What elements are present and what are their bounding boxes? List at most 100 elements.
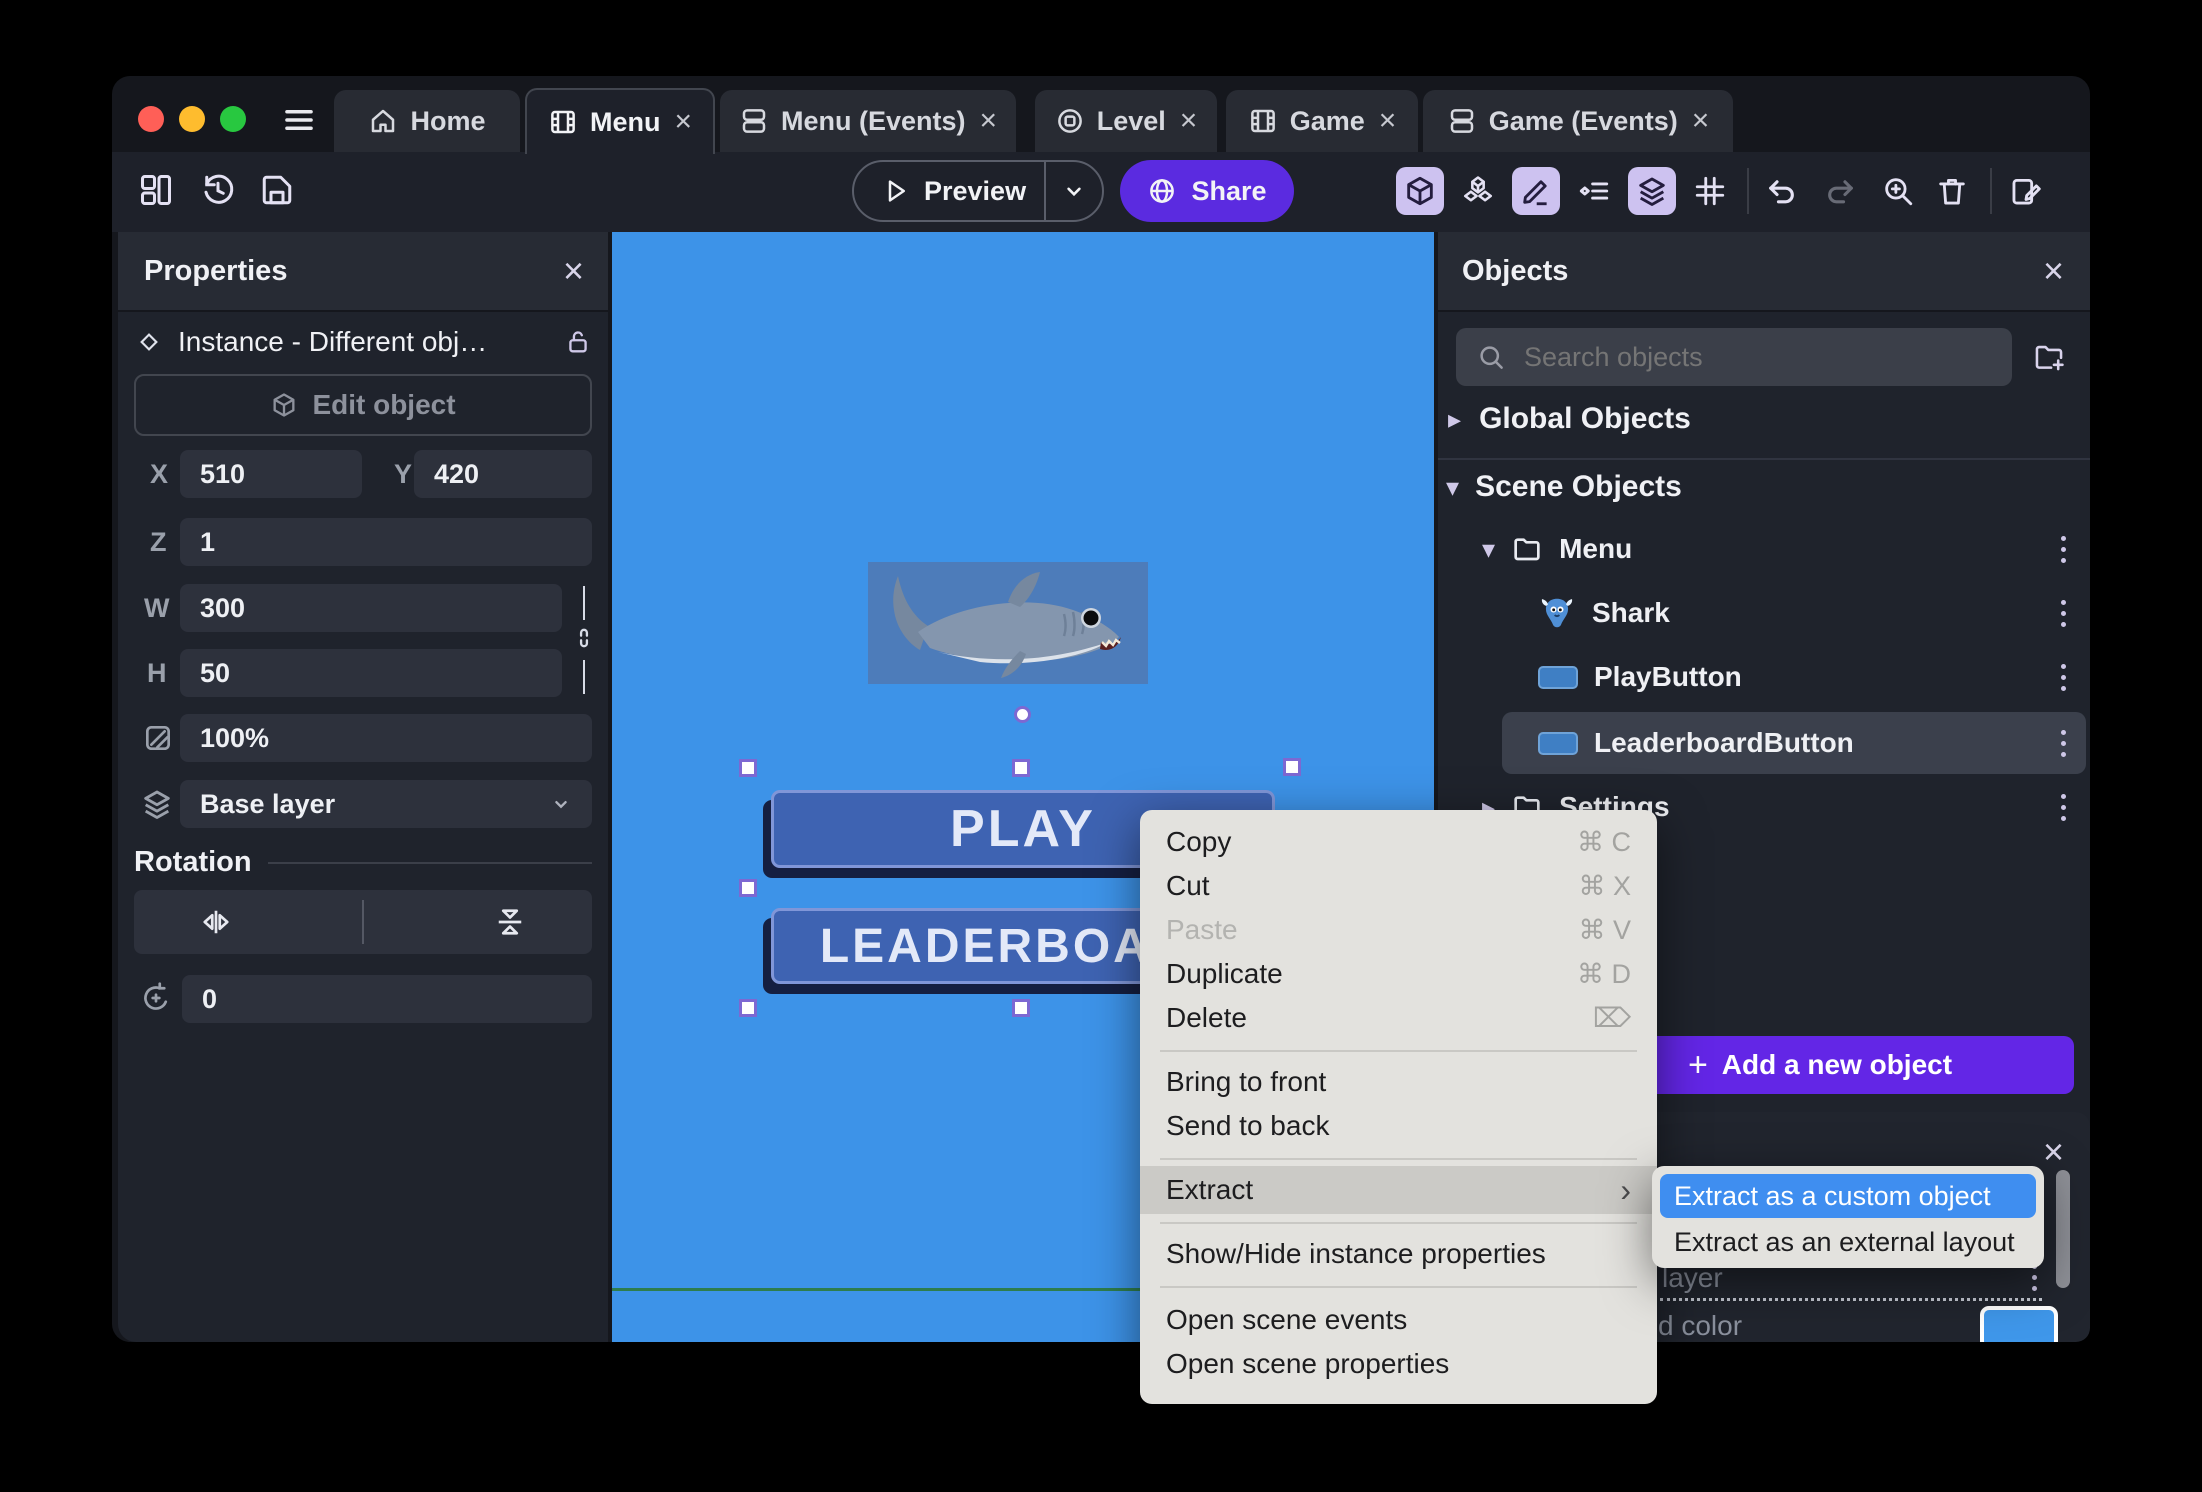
tree-row-menu-folder[interactable]: ▾ Menu xyxy=(1482,526,2082,572)
menu-item-open-scene-events[interactable]: Open scene events xyxy=(1140,1298,1657,1342)
tree-row-playbutton[interactable]: PlayButton xyxy=(1538,654,2082,700)
objects-close-icon[interactable]: × xyxy=(2043,253,2064,289)
link-icon[interactable] xyxy=(570,624,598,652)
tab-close-icon[interactable]: × xyxy=(674,105,692,139)
menu-item-open-scene-properties[interactable]: Open scene properties xyxy=(1140,1342,1657,1386)
properties-close-icon[interactable]: × xyxy=(563,253,584,289)
open-project-manager-button[interactable] xyxy=(132,166,180,214)
macos-minimize-button[interactable] xyxy=(179,106,205,132)
edit-object-button[interactable]: Edit object xyxy=(134,374,592,436)
project-manager-icon xyxy=(138,172,174,208)
layer-select[interactable]: Base layer xyxy=(180,780,592,828)
more-options-icon[interactable] xyxy=(2061,535,2066,563)
menu-item-delete[interactable]: Delete ⌦ xyxy=(1140,996,1657,1040)
detail-panel-close-icon[interactable]: × xyxy=(2043,1134,2064,1170)
menu-item-bring-to-front[interactable]: Bring to front xyxy=(1140,1060,1657,1104)
submenu-item-extract-custom-object[interactable]: Extract as a custom object xyxy=(1660,1174,2036,1218)
cubes-icon xyxy=(1461,174,1495,208)
macos-zoom-button[interactable] xyxy=(220,106,246,132)
macos-close-button[interactable] xyxy=(138,106,164,132)
selection-handle-top-center[interactable] xyxy=(1012,759,1030,777)
global-objects-section[interactable]: ▸ Global Objects xyxy=(1448,398,2078,440)
main-menu-button[interactable] xyxy=(281,102,317,138)
instances-list-toggle-button[interactable] xyxy=(1570,167,1618,215)
instances-list-icon xyxy=(1577,174,1611,208)
tab-close-icon[interactable]: × xyxy=(980,104,998,138)
tree-row-leaderboardbutton[interactable]: LeaderboardButton xyxy=(1538,720,2082,766)
tab-label: Level xyxy=(1096,105,1166,136)
x-label: X xyxy=(150,459,169,489)
unlock-icon[interactable] xyxy=(564,328,592,356)
menu-item-cut[interactable]: Cut ⌘ X xyxy=(1140,864,1657,908)
objects-list-toggle-button[interactable] xyxy=(1454,167,1502,215)
selection-handle-top-left[interactable] xyxy=(739,759,757,777)
layer-icon xyxy=(140,787,174,821)
scene-objects-section[interactable]: ▾ Scene Objects xyxy=(1446,466,2076,508)
expanded-triangle-icon: ▾ xyxy=(1446,472,1460,502)
menu-item-duplicate[interactable]: Duplicate ⌘ D xyxy=(1140,952,1657,996)
tab-game-events[interactable]: Game (Events) × xyxy=(1423,90,1733,152)
save-button[interactable] xyxy=(253,166,301,214)
selection-handle-mid-left[interactable] xyxy=(739,879,757,897)
menu-item-extract[interactable]: Extract › xyxy=(1140,1166,1657,1214)
search-objects-box[interactable] xyxy=(1456,328,2012,386)
add-object-folder-button[interactable] xyxy=(2032,340,2066,374)
tab-home[interactable]: Home xyxy=(334,90,520,152)
edit-scene-properties-button[interactable] xyxy=(2002,167,2050,215)
selection-handle-top-right[interactable] xyxy=(1283,758,1301,776)
tab-level[interactable]: Level × xyxy=(1035,90,1217,152)
selection-rotate-handle[interactable] xyxy=(1014,706,1031,723)
share-button[interactable]: Share xyxy=(1120,160,1294,222)
cube-3d-icon xyxy=(1403,174,1437,208)
preview-options-button[interactable] xyxy=(1046,162,1102,220)
shark-sprite-instance[interactable] xyxy=(868,562,1148,684)
screenshot-root: Home Menu × Menu (Events) × Level × Game… xyxy=(0,0,2202,1492)
instance-context-menu: Copy ⌘ C Cut ⌘ X Paste ⌘ V Duplicate ⌘ D Del… xyxy=(1140,810,1657,1404)
tab-menu-events[interactable]: Menu (Events) × xyxy=(720,90,1016,152)
more-options-icon[interactable] xyxy=(2061,599,2066,627)
background-color-swatch[interactable] xyxy=(1980,1306,2058,1342)
more-options-icon[interactable] xyxy=(2061,663,2066,691)
properties-toggle-button[interactable] xyxy=(1512,167,1560,215)
instance-diamond-icon xyxy=(136,329,162,355)
width-input[interactable]: 300 xyxy=(180,584,562,632)
height-input[interactable]: 50 xyxy=(180,649,562,697)
menu-item-copy[interactable]: Copy ⌘ C xyxy=(1140,820,1657,864)
tab-close-icon[interactable]: × xyxy=(1180,104,1198,138)
menu-item-paste: Paste ⌘ V xyxy=(1166,914,1631,945)
tab-game[interactable]: Game × xyxy=(1226,90,1418,152)
delete-button[interactable] xyxy=(1928,167,1976,215)
undo-button[interactable] xyxy=(1758,167,1806,215)
grid-toggle-button[interactable] xyxy=(1686,167,1734,215)
tab-menu[interactable]: Menu × xyxy=(525,88,715,154)
more-options-icon[interactable] xyxy=(2061,729,2066,757)
selection-handle-bottom-left[interactable] xyxy=(739,999,757,1017)
flip-horizontal-button[interactable] xyxy=(198,904,234,940)
opacity-input[interactable]: 100% xyxy=(180,714,592,762)
zoom-button[interactable] xyxy=(1874,167,1922,215)
external-layout-icon xyxy=(1055,106,1085,136)
menu-divider xyxy=(1160,1286,1637,1288)
tree-row-shark[interactable]: Shark xyxy=(1538,590,2082,636)
rotation-angle-input[interactable]: 0 xyxy=(182,975,592,1023)
x-input[interactable]: 510 xyxy=(180,450,362,498)
preview-button[interactable]: Preview xyxy=(854,162,1044,220)
submenu-item-extract-external-layout[interactable]: Extract as an external layout xyxy=(1660,1220,2036,1264)
flip-vertical-button[interactable] xyxy=(492,904,528,940)
tab-close-icon[interactable]: × xyxy=(1379,104,1397,138)
search-objects-input[interactable] xyxy=(1522,340,1992,374)
z-input[interactable]: 1 xyxy=(180,518,592,566)
y-input[interactable]: 420 xyxy=(414,450,592,498)
more-options-icon[interactable] xyxy=(2061,793,2066,821)
more-options-icon[interactable] xyxy=(2032,1264,2037,1291)
detail-panel-scrollbar[interactable] xyxy=(2056,1170,2070,1288)
redo-button[interactable] xyxy=(1816,167,1864,215)
selection-handle-bottom-center[interactable] xyxy=(1012,999,1030,1017)
tab-close-icon[interactable]: × xyxy=(1692,104,1710,138)
layers-toggle-button[interactable] xyxy=(1628,167,1676,215)
rotation-section-title: Rotation xyxy=(134,846,252,878)
toggle-3d-view-button[interactable] xyxy=(1396,167,1444,215)
history-button[interactable] xyxy=(194,166,242,214)
menu-item-show-hide-instance-properties[interactable]: Show/Hide instance properties xyxy=(1140,1232,1657,1276)
menu-item-send-to-back[interactable]: Send to back xyxy=(1140,1104,1657,1148)
